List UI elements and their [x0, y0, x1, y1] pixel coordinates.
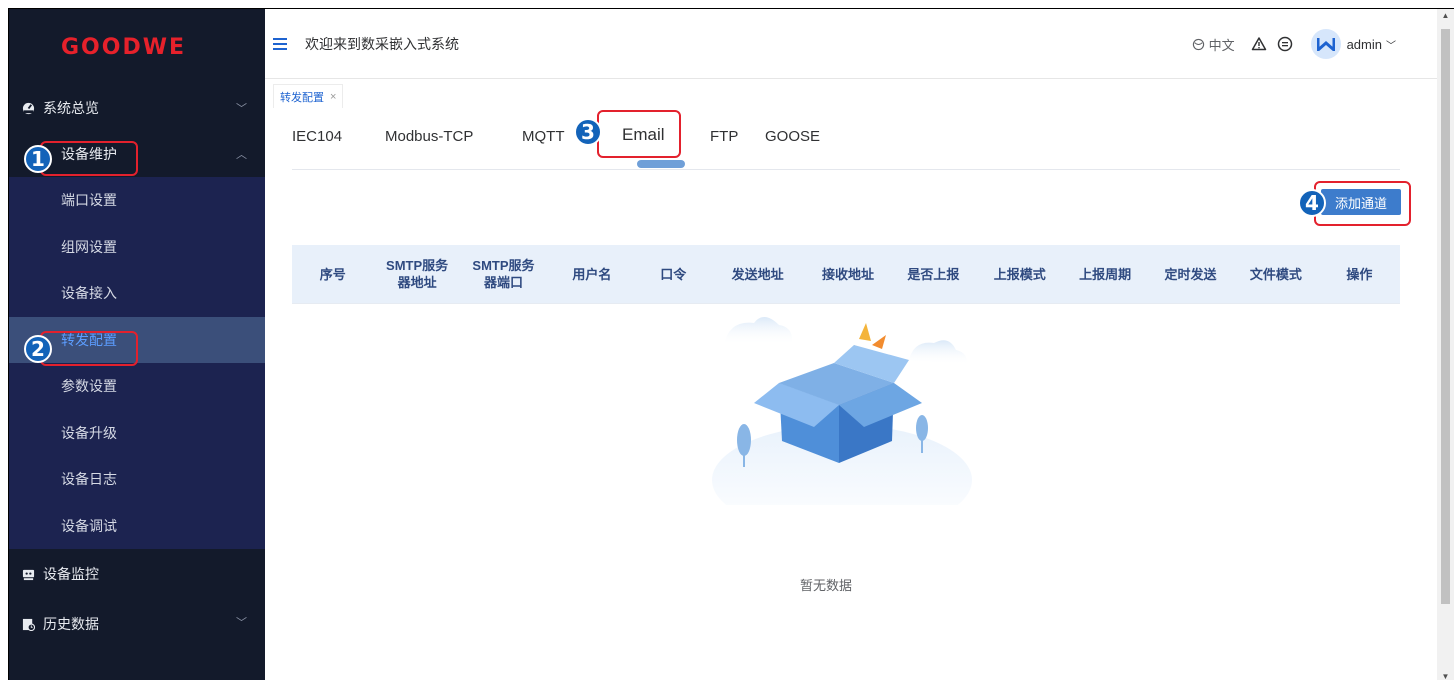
- tag-forward-config[interactable]: 转发配置 ×: [273, 84, 344, 108]
- menu-toggle-icon[interactable]: [273, 37, 287, 50]
- header-actions: 中文 admin ﹀: [1192, 9, 1396, 79]
- scroll-down-icon[interactable]: ▼: [1441, 672, 1450, 680]
- tags-view: 转发配置 ×: [265, 80, 1437, 108]
- step-marker-1: 1: [24, 145, 52, 173]
- step-marker-4: 4: [1298, 189, 1326, 217]
- sidebar-item-label: 设备监控: [43, 566, 99, 582]
- language-label: 中文: [1208, 37, 1235, 53]
- submenu-item-device-access[interactable]: 设备接入: [9, 270, 265, 317]
- submenu-label: 设备日志: [61, 471, 117, 488]
- col-index: 序号: [319, 266, 346, 282]
- tag-label: 转发配置: [280, 91, 324, 104]
- submenu-label: 设备升级: [61, 424, 117, 441]
- submenu-item-device-log[interactable]: 设备日志: [9, 456, 265, 503]
- sidebar-item-history[interactable]: 历史数据 ﹀: [9, 599, 265, 649]
- brand-logo[interactable]: GOODWE: [9, 9, 265, 85]
- scroll-up-icon[interactable]: ▲: [1441, 11, 1450, 20]
- alert-icon[interactable]: [1251, 36, 1267, 52]
- submenu-item-device-upgrade[interactable]: 设备升级: [9, 410, 265, 457]
- chevron-down-icon: ﹀: [236, 617, 247, 629]
- active-tab-indicator: [637, 160, 685, 168]
- highlight-box-add-channel: [1314, 181, 1411, 226]
- submenu-label: 参数设置: [61, 378, 117, 395]
- history-icon: [21, 617, 35, 631]
- submenu-item-port-settings[interactable]: 端口设置: [9, 177, 265, 224]
- scroll-thumb[interactable]: [1441, 29, 1450, 604]
- col-send-address: 发送地址: [731, 266, 784, 282]
- sidebar: GOODWE 系统总览 ﹀ 设备维护 ︿ 端口设置 组网设置 设备接入 转发配置…: [9, 9, 265, 680]
- step-marker-3: 3: [574, 118, 602, 146]
- user-menu[interactable]: admin ﹀: [1347, 37, 1396, 52]
- submenu-item-device-debug[interactable]: 设备调试: [9, 503, 265, 550]
- highlight-box-forward-config: [40, 331, 138, 366]
- dashboard-icon: [21, 101, 35, 115]
- sidebar-item-monitoring[interactable]: 设备监控: [9, 549, 265, 599]
- top-header: 欢迎来到数采嵌入式系统 中文 admin ﹀: [265, 9, 1454, 79]
- col-smtp-address: SMTP服务 器地址: [386, 258, 449, 290]
- submenu-label: 设备接入: [61, 285, 117, 302]
- globe-icon: [1192, 38, 1204, 50]
- user-logo-icon: [1316, 38, 1335, 51]
- col-report-mode: 上报模式: [993, 266, 1046, 282]
- submenu-item-param-settings[interactable]: 参数设置: [9, 363, 265, 410]
- chevron-down-icon: ﹀: [236, 103, 247, 115]
- col-report-enabled: 是否上报: [907, 266, 960, 282]
- highlight-box-maintenance: [40, 141, 138, 176]
- close-icon[interactable]: ×: [330, 91, 336, 103]
- col-receive-address: 接收地址: [821, 266, 874, 282]
- tab-mqtt[interactable]: MQTT: [522, 128, 565, 145]
- empty-box-icon: [712, 316, 972, 535]
- main-panel: IEC104 Modbus-TCP MQTT Email FTP GOOSE 3…: [274, 108, 1414, 680]
- submenu-item-network-settings[interactable]: 组网设置: [9, 224, 265, 271]
- chevron-up-icon: ︿: [236, 149, 247, 161]
- col-timed-send: 定时发送: [1164, 266, 1217, 282]
- col-smtp-port: SMTP服务 器端口: [472, 258, 535, 290]
- highlight-box-email-tab: [597, 110, 681, 158]
- tab-ftp[interactable]: FTP: [710, 128, 738, 145]
- step-marker-2: 2: [24, 335, 52, 363]
- submenu-label: 端口设置: [61, 192, 117, 209]
- app-frame: GOODWE 系统总览 ﹀ 设备维护 ︿ 端口设置 组网设置 设备接入 转发配置…: [8, 8, 1454, 680]
- col-actions: 操作: [1346, 266, 1373, 282]
- submenu-label: 组网设置: [61, 238, 117, 255]
- tab-modbus-tcp[interactable]: Modbus-TCP: [385, 128, 473, 145]
- welcome-text: 欢迎来到数采嵌入式系统: [305, 35, 459, 52]
- empty-state-text: 暂无数据: [800, 578, 853, 593]
- col-file-mode: 文件模式: [1249, 266, 1302, 282]
- protocol-tabs: IEC104 Modbus-TCP MQTT Email FTP GOOSE: [292, 120, 1400, 170]
- col-report-period: 上报周期: [1079, 266, 1132, 282]
- username: admin: [1346, 36, 1382, 52]
- table-header: 序号 SMTP服务 器地址 SMTP服务 器端口 用户名 口令 发送地址 接收地址 …: [292, 245, 1400, 304]
- submenu-label: 设备调试: [61, 517, 117, 534]
- message-icon[interactable]: [1277, 36, 1293, 52]
- tab-goose[interactable]: GOOSE: [765, 128, 820, 145]
- col-username: 用户名: [572, 266, 612, 282]
- sidebar-item-overview[interactable]: 系统总览 ﹀: [9, 85, 265, 131]
- chevron-down-icon: ﹀: [1386, 40, 1396, 52]
- tab-iec104[interactable]: IEC104: [292, 128, 342, 145]
- monitor-icon: [21, 567, 35, 581]
- empty-state-illustration: [694, 305, 984, 535]
- language-switch[interactable]: 中文: [1192, 35, 1235, 54]
- page-scrollbar[interactable]: ▲ ▼: [1437, 9, 1454, 680]
- col-password: 口令: [660, 266, 687, 282]
- sidebar-item-label: 系统总览: [43, 100, 99, 116]
- avatar[interactable]: [1310, 29, 1341, 59]
- sidebar-item-label: 历史数据: [43, 616, 99, 632]
